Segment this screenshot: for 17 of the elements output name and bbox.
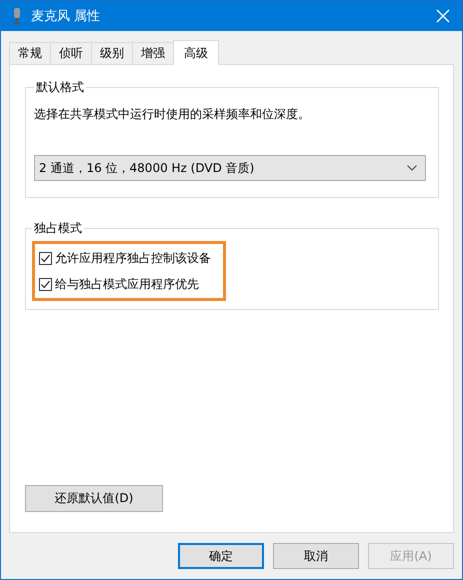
group-title: 独占模式: [33, 220, 83, 237]
format-dropdown[interactable]: 2 通道，16 位，48000 Hz (DVD 音质): [34, 155, 426, 181]
chevron-down-icon: [407, 165, 417, 171]
dialog-button[interactable]: 确定: [178, 543, 264, 569]
group-title: 默认格式: [35, 79, 85, 96]
dialog-button[interactable]: 取消: [273, 543, 359, 569]
microphone-icon: [13, 8, 21, 24]
description-text: 选择在共享模式中运行时使用的采样频率和位深度。: [34, 106, 311, 123]
checkbox-label[interactable]: 允许应用程序独占控制该设备: [55, 250, 211, 267]
tab[interactable]: 高级: [173, 40, 219, 65]
checkbox[interactable]: [39, 252, 52, 265]
checkbox[interactable]: [39, 278, 52, 291]
checkbox-label[interactable]: 给与独占模式应用程序优先: [55, 276, 199, 293]
window-title: 麦克风 属性: [31, 8, 102, 25]
close-icon[interactable]: [436, 9, 450, 23]
tab[interactable]: 常规: [9, 42, 51, 64]
restore-defaults-button[interactable]: 还原默认值(D): [25, 485, 163, 512]
